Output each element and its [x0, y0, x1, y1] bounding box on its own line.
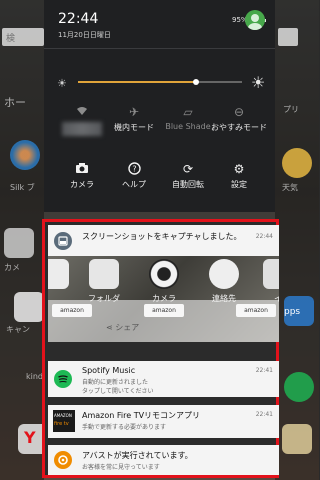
- amazon-chip-3: amazon: [236, 304, 276, 317]
- brightness-slider[interactable]: [78, 79, 242, 85]
- brightness-slider-fill: [78, 81, 196, 83]
- share-icon: ⋖: [106, 323, 113, 332]
- do-not-disturb-icon: ⊖: [233, 105, 245, 119]
- notification-spotify[interactable]: Spotify Music 自動的に更新されました タップして開いてください 2…: [48, 361, 279, 397]
- notification-avast-subtitle: お客様を常に見守っています: [82, 464, 160, 471]
- notification-spotify-subtitle2: タップして開いてください: [82, 388, 154, 395]
- weather-app-icon[interactable]: [282, 148, 312, 178]
- user-avatar[interactable]: [245, 10, 265, 30]
- screenshot-preview-image[interactable]: フォルダ カメラ 連絡先 イ amazon amazon amazon ⋖ シェ…: [48, 256, 279, 342]
- notification-fire-tv-subtitle: 手動で更新する必要があります: [82, 424, 167, 431]
- preview-app-folder-2: フォルダ: [84, 259, 124, 304]
- wifi-network-name-redacted: [62, 122, 102, 136]
- notifications-highlight-box: スクリーンショットをキャプチャしました。 22:44 フォルダ カメラ 連絡先 …: [42, 219, 279, 478]
- notification-fire-tv-time: 22:41: [255, 411, 273, 418]
- spotify-app-icon[interactable]: [284, 372, 314, 402]
- mail-app-icon[interactable]: [14, 292, 44, 322]
- shade-divider: [44, 48, 275, 49]
- folder-app-icon: [48, 259, 69, 289]
- notification-fire-tv-title: Amazon Fire TVリモコンアプリ: [82, 411, 201, 420]
- fire-tv-app-icon: AMAZON fire tv: [53, 410, 75, 432]
- home-tab-partial[interactable]: ホー: [4, 94, 26, 110]
- home-screen-right-edge: [275, 0, 319, 480]
- game-app-icon[interactable]: [282, 424, 312, 454]
- camera-app-icon[interactable]: [4, 228, 34, 258]
- tile-do-not-disturb-label: おやすみモード: [211, 123, 267, 132]
- camera-aperture-icon: [149, 259, 179, 289]
- brightness-low-icon: ☀: [57, 77, 67, 90]
- camera-icon: [52, 162, 112, 176]
- tile-camera[interactable]: カメラ: [52, 162, 112, 190]
- screenshot-action-strip: amazon amazon amazon ⋖ シェア: [48, 300, 279, 342]
- notification-spotify-time: 22:41: [255, 367, 273, 374]
- notification-screenshot[interactable]: スクリーンショットをキャプチャしました。 22:44: [48, 225, 279, 256]
- search-partial-text: 検: [6, 34, 16, 44]
- silk-label-partial: Silk ブ: [10, 183, 35, 192]
- silk-browser-app-icon[interactable]: [10, 140, 40, 170]
- brightness-high-icon: ☀: [251, 73, 266, 92]
- brightness-slider-thumb[interactable]: [193, 79, 199, 85]
- mail-label-partial: キャン: [6, 325, 30, 334]
- preview-app-camera: カメラ: [144, 259, 184, 304]
- apps-tab-partial[interactable]: プリ: [283, 104, 299, 115]
- spotify-icon: [54, 370, 72, 388]
- share-button[interactable]: ⋖ シェア: [106, 322, 139, 333]
- yahoo-label-partial: Y: [24, 428, 36, 447]
- svg-text:?: ?: [132, 165, 136, 174]
- notification-screenshot-time: 22:44: [255, 233, 273, 240]
- tile-airplane-mode-label: 機内モード: [114, 123, 154, 132]
- tile-help-label: ヘルプ: [122, 180, 146, 189]
- amazon-chip-1: amazon: [52, 304, 92, 317]
- notification-spotify-subtitle1: 自動的に更新されました: [82, 379, 149, 386]
- status-clock: 22:44: [58, 11, 99, 27]
- tile-settings-label: 設定: [231, 180, 247, 189]
- fire-tv-icon-text: AMAZON: [54, 413, 72, 418]
- tile-do-not-disturb[interactable]: ⊖ おやすみモード: [209, 105, 269, 133]
- notification-spotify-title: Spotify Music: [82, 366, 136, 375]
- notification-avast[interactable]: アバストが実行されています。 お客様を常に見守っています: [48, 445, 279, 475]
- settings-icon: ⚙: [233, 162, 245, 176]
- wifi-icon: [52, 105, 112, 119]
- notification-avast-title: アバストが実行されています。: [82, 451, 193, 460]
- fire-tv-icon-brand: fire tv: [54, 421, 69, 427]
- preview-app-contacts: 連絡先: [204, 259, 244, 304]
- airplane-icon: ✈: [128, 105, 140, 119]
- avast-icon: [54, 451, 72, 469]
- folder-grid-icon: [89, 259, 119, 289]
- search-field-right-partial[interactable]: [278, 28, 298, 46]
- quick-settings-shade: 22:44 11月20日日曜日 95% ☀ ☀ ✈ 機内モード ▱ Blue S…: [44, 0, 275, 212]
- tile-airplane-mode[interactable]: ✈ 機内モード: [104, 105, 164, 133]
- kindle-label-partial: kind: [26, 372, 44, 381]
- help-icon: ?: [104, 162, 164, 176]
- status-date: 11月20日日曜日: [58, 31, 111, 39]
- screenshot-icon: [54, 232, 72, 250]
- amazon-chip-2: amazon: [144, 304, 184, 317]
- partial-app-icon: [263, 259, 279, 289]
- weather-label-partial: 天気: [282, 183, 298, 192]
- contacts-icon: [209, 259, 239, 289]
- tile-wifi[interactable]: [52, 105, 112, 119]
- preview-app-folder: [48, 259, 74, 289]
- share-label: シェア: [115, 323, 140, 332]
- preview-app-partial: イ: [258, 259, 279, 304]
- tile-help[interactable]: ? ヘルプ: [104, 162, 164, 190]
- camera-label-partial: カメ: [4, 263, 20, 272]
- notification-screenshot-title: スクリーンショットをキャプチャしました。: [82, 232, 242, 241]
- notification-fire-tv[interactable]: AMAZON fire tv Amazon Fire TVリモコンアプリ 手動で…: [48, 405, 279, 438]
- tile-settings[interactable]: ⚙ 設定: [209, 162, 269, 190]
- tile-camera-label: カメラ: [70, 180, 94, 189]
- apps-store-label-partial: pps: [284, 307, 301, 317]
